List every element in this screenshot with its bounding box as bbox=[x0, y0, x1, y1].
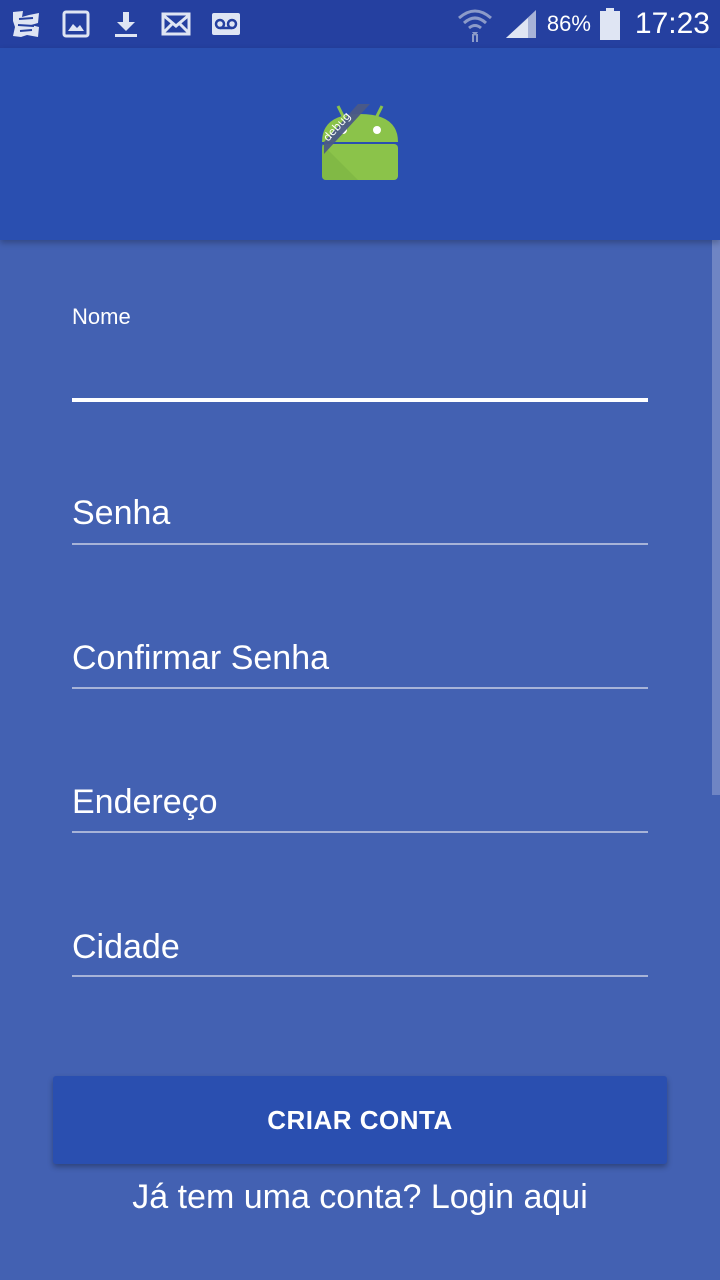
name-label: Nome bbox=[72, 304, 131, 329]
android-logo-icon: debug bbox=[310, 96, 410, 196]
password-field[interactable]: Senha bbox=[72, 494, 648, 546]
login-link[interactable]: Já tem uma conta? Login aqui bbox=[0, 1178, 720, 1217]
city-label: Cidade bbox=[72, 928, 180, 966]
notification-icons bbox=[0, 8, 242, 40]
battery-percent: 86% bbox=[546, 11, 591, 36]
image-icon bbox=[60, 8, 92, 40]
clock: 17:23 bbox=[634, 7, 710, 40]
name-underline bbox=[72, 398, 648, 402]
confirm-password-underline bbox=[72, 687, 648, 689]
address-label: Endereço bbox=[72, 783, 218, 821]
create-account-button[interactable]: CRIAR CONTA bbox=[53, 1076, 667, 1164]
mail-icon bbox=[160, 8, 192, 40]
signal-icon bbox=[503, 8, 539, 40]
address-field[interactable]: Endereço bbox=[72, 783, 648, 835]
confirm-password-label: Confirmar Senha bbox=[72, 639, 330, 677]
status-bar: 86% 17:23 bbox=[0, 0, 720, 48]
name-field[interactable]: Nome bbox=[72, 304, 648, 404]
password-label: Senha bbox=[72, 494, 171, 532]
password-underline bbox=[72, 543, 648, 545]
battery-icon bbox=[599, 8, 621, 40]
download-icon bbox=[110, 8, 142, 40]
city-underline bbox=[72, 975, 648, 977]
wifi-icon bbox=[455, 4, 495, 44]
app-notification-icon bbox=[10, 8, 42, 40]
system-indicators: 86% 17:23 bbox=[455, 0, 710, 48]
app-header: debug bbox=[0, 48, 720, 240]
scrollbar[interactable] bbox=[712, 240, 720, 795]
city-field[interactable]: Cidade bbox=[72, 928, 648, 980]
address-underline bbox=[72, 831, 648, 833]
confirm-password-field[interactable]: Confirmar Senha bbox=[72, 639, 648, 691]
voicemail-icon bbox=[210, 8, 242, 40]
